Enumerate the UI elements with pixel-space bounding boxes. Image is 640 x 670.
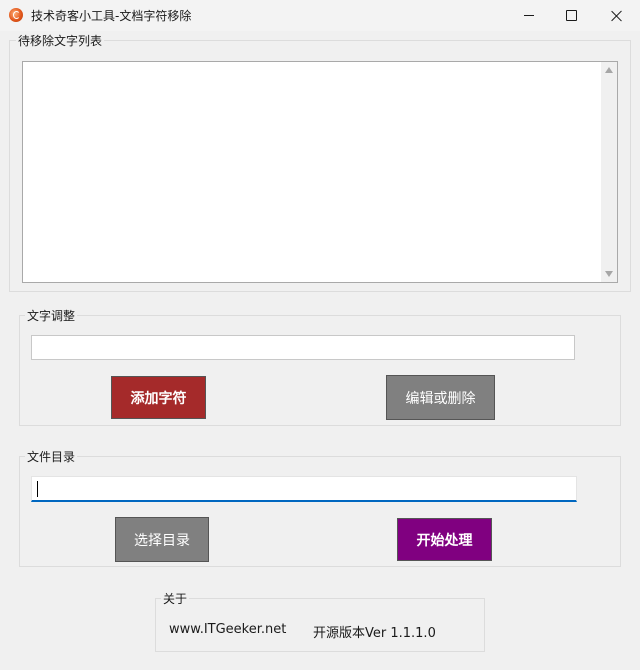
- close-button[interactable]: [594, 0, 640, 31]
- directory-input[interactable]: [31, 476, 577, 502]
- add-char-button[interactable]: 添加字符: [111, 376, 206, 419]
- maximize-icon: [565, 10, 577, 21]
- minimize-button[interactable]: [506, 0, 552, 31]
- start-processing-button[interactable]: 开始处理: [397, 518, 492, 561]
- title-bar: 技术奇客小工具-文档字符移除: [0, 0, 640, 31]
- version-text: 开源版本Ver 1.1.1.0: [313, 626, 436, 641]
- text-adjust-label: 文字调整: [25, 307, 78, 324]
- remove-text-listbox[interactable]: [22, 61, 618, 283]
- listbox-scrollbar[interactable]: [601, 62, 617, 282]
- select-directory-button[interactable]: 选择目录: [115, 517, 209, 562]
- minimize-icon: [524, 15, 534, 16]
- file-dir-group: [19, 456, 621, 567]
- scroll-up-icon[interactable]: [605, 67, 613, 73]
- text-adjust-input[interactable]: [31, 335, 575, 360]
- scroll-down-icon[interactable]: [605, 271, 613, 277]
- remove-list-label: 待移除文字列表: [16, 32, 105, 49]
- close-icon: [611, 10, 623, 22]
- text-caret: [37, 481, 38, 497]
- maximize-button[interactable]: [548, 0, 594, 31]
- text-adjust-group: [19, 315, 621, 426]
- file-dir-label: 文件目录: [25, 448, 78, 465]
- app-icon: [9, 8, 23, 22]
- about-label: 关于: [161, 590, 190, 607]
- website-link[interactable]: www.ITGeeker.net: [169, 622, 286, 637]
- window-title: 技术奇客小工具-文档字符移除: [31, 9, 192, 23]
- edit-delete-button[interactable]: 编辑或删除: [386, 375, 495, 420]
